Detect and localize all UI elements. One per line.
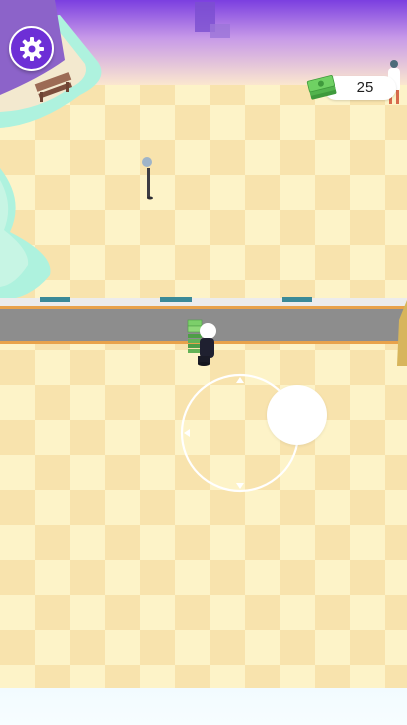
arrow-left-icon	[184, 429, 190, 437]
cash-counter: 25	[306, 75, 396, 100]
arrow-up-icon	[236, 377, 244, 383]
game-world	[0, 0, 407, 725]
cash-amount: 25	[356, 79, 374, 96]
arrow-down-icon	[236, 483, 244, 489]
joystick-knob[interactable]	[267, 385, 327, 445]
game-viewport[interactable]: 25	[0, 0, 407, 725]
settings-button[interactable]	[9, 26, 54, 71]
cash-stack-icon	[306, 75, 337, 100]
gear-icon	[19, 36, 44, 61]
